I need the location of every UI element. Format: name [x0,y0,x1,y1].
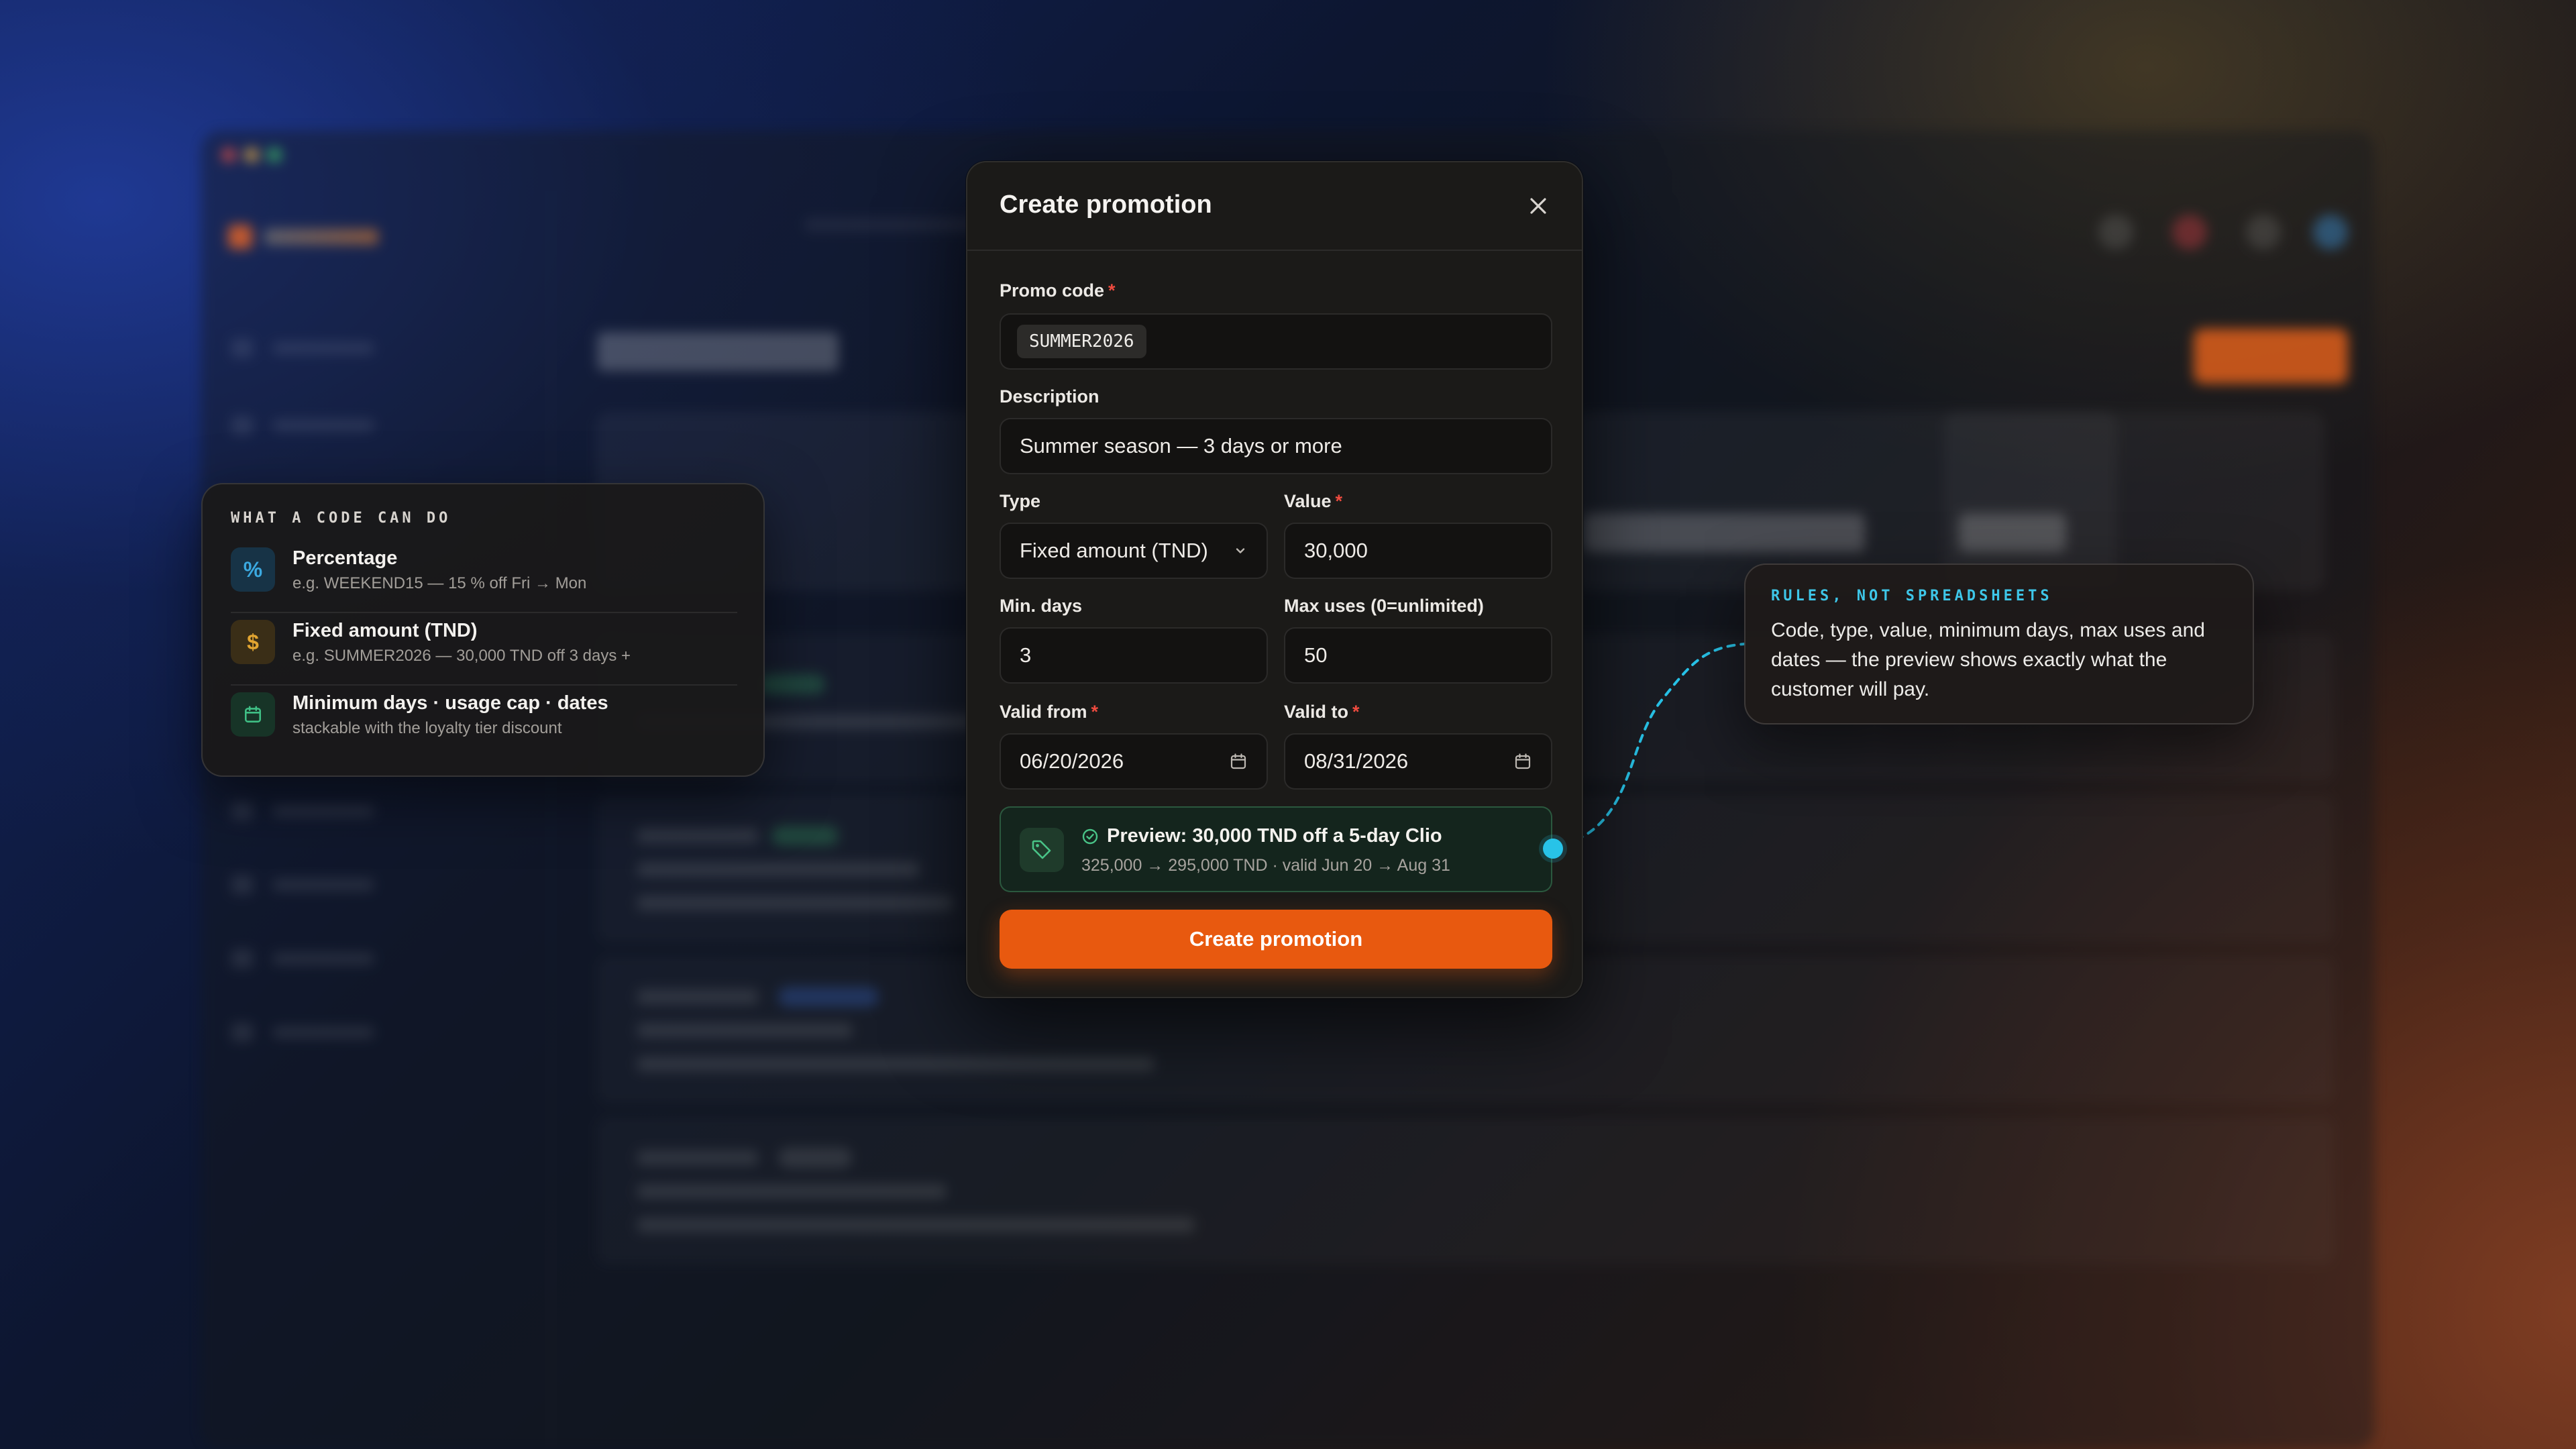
window-controls [221,148,282,162]
capability-subtitle: e.g. SUMMER2026 — 30,000 TND off 3 days … [292,647,631,665]
valid-from-label: Valid from * [1000,702,1099,722]
capability-item-fixed-amount: $ Fixed amount (TND) e.g. SUMMER2026 — 3… [231,612,737,686]
type-select[interactable]: Fixed amount (TND) [1000,523,1268,579]
promotion-preview: Preview: 30,000 TND off a 5-day Clio 325… [1000,806,1563,892]
capability-item-percentage: % Percentage e.g. WEEKEND15 — 15 % off F… [231,539,737,613]
background-avatar [2172,215,2207,250]
capability-title: Minimum days · usage cap · dates [292,692,608,714]
capabilities-heading: WHAT A CODE CAN DO [231,510,451,527]
background-new-button [2194,329,2348,384]
rules-callout: RULES, NOT SPREADSHEETS Code, type, valu… [1744,564,2254,724]
type-label: Type [1000,491,1041,511]
background-nav-item [231,802,386,820]
modal-title: Create promotion [1000,191,1212,219]
calendar-icon[interactable] [1513,752,1532,771]
valid-from-value: 06/20/2026 [1020,749,1124,773]
description-label: Description [1000,386,1099,407]
background-page-heading [597,332,839,371]
background-avatar [2313,215,2348,250]
valid-to-input[interactable]: 08/31/2026 [1284,733,1552,790]
tag-icon [1020,828,1064,872]
max-uses-input[interactable]: 50 [1284,627,1552,684]
code-capabilities-card: WHAT A CODE CAN DO % Percentage e.g. WEE… [201,483,765,777]
background-nav-item [231,949,386,968]
preview-subtitle: 325,000 → 295,000 TND · valid Jun 20 → A… [1081,856,1450,875]
background-row [597,1117,2334,1265]
description-value: Summer season — 3 days or more [1020,434,1342,458]
valid-to-value: 08/31/2026 [1304,749,1409,773]
background-nav-item [231,416,386,435]
check-circle-icon [1082,828,1098,844]
promo-code-chip: SUMMER2026 [1017,325,1146,358]
max-uses-label: Max uses (0=unlimited) [1284,596,1484,616]
promo-code-input[interactable]: SUMMER2026 [1000,313,1552,370]
value-amount: 30,000 [1304,539,1368,562]
type-selected-value: Fixed amount (TND) [1020,539,1208,562]
background-avatar [2098,215,2133,250]
capability-title: Fixed amount (TND) [292,620,478,641]
modal-header: Create promotion [967,162,1582,251]
min-days-label: Min. days [1000,596,1083,616]
background-stat-value [1959,513,2066,552]
capability-title: Percentage [292,547,398,569]
chevron-down-icon [1233,543,1248,558]
create-promotion-button[interactable]: Create promotion [1000,910,1552,969]
value-input[interactable]: 30,000 [1284,523,1552,579]
value-label: Value * [1284,491,1343,511]
close-icon [1530,198,1546,214]
valid-from-input[interactable]: 06/20/2026 [1000,733,1268,790]
background-brand [228,225,402,252]
preview-title: Preview: 30,000 TND off a 5-day Clio [1081,825,1442,847]
callout-body: Code, type, value, minimum days, max use… [1771,619,2205,700]
dollar-icon: $ [231,620,275,664]
calendar-icon [231,692,275,737]
create-promotion-modal: Create promotion Promo code * SUMMER2026 … [966,161,1583,998]
calendar-icon[interactable] [1229,752,1248,771]
valid-to-label: Valid to * [1284,702,1360,722]
connector-dot [1543,839,1563,859]
capability-subtitle: e.g. WEEKEND15 — 15 % off Fri → Mon [292,574,587,592]
close-button[interactable] [1527,195,1550,217]
capability-subtitle: stackable with the loyalty tier discount [292,719,562,737]
background-stat-value [1583,513,1865,552]
background-nav-item [231,875,386,894]
promo-code-label: Promo code * [1000,280,1116,301]
max-uses-value: 50 [1304,643,1328,667]
min-days-value: 3 [1020,643,1032,667]
callout-heading: RULES, NOT SPREADSHEETS [1771,588,2053,604]
capability-item-rules: Minimum days · usage cap · dates stackab… [231,684,737,757]
background-avatar [2246,215,2281,250]
min-days-input[interactable]: 3 [1000,627,1268,684]
background-nav-item [231,339,386,358]
background-nav-item [231,1023,386,1042]
description-input[interactable]: Summer season — 3 days or more [1000,418,1552,474]
percent-icon: % [231,547,275,592]
